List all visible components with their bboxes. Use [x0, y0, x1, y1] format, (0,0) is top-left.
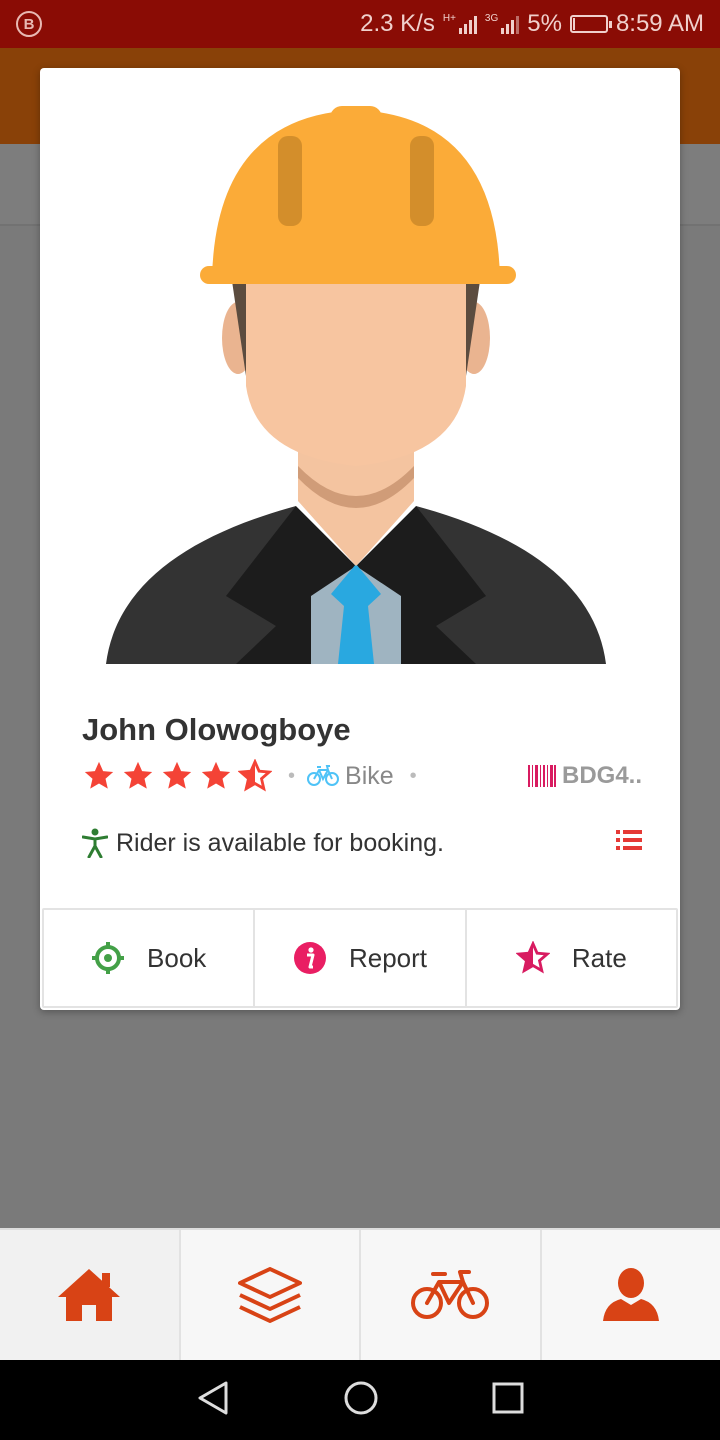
star-full-icon [162, 761, 192, 789]
signal-icon: 3G [484, 13, 520, 34]
clock: 8:59 AM [615, 10, 704, 37]
info-icon [293, 942, 326, 974]
list-icon[interactable] [616, 829, 642, 858]
rate-label: Rate [571, 942, 627, 973]
layers-icon [237, 1267, 302, 1323]
battery-percent: 5% [527, 10, 562, 37]
barcode-icon [527, 765, 556, 787]
bicycle-icon [307, 765, 340, 786]
separator-dot: • [409, 764, 417, 787]
availability-text: Rider is available for booking. [116, 828, 444, 857]
signal-type-label: 3G [484, 13, 499, 24]
battery-icon [569, 15, 612, 33]
book-button[interactable]: Book [44, 910, 256, 1006]
app-badge-icon: B [16, 11, 42, 37]
home-icon [58, 1269, 121, 1321]
nav-home[interactable] [0, 1230, 181, 1360]
rating-stars [82, 759, 272, 793]
separator-dot: • [288, 764, 296, 787]
user-icon [602, 1268, 659, 1321]
report-label: Report [348, 942, 428, 973]
rider-name: John Olowogboye [82, 712, 351, 747]
rider-meta-row: • Bike • BDG4.. [82, 758, 642, 794]
accessibility-person-icon [82, 828, 108, 858]
star-full-icon [84, 761, 114, 789]
signal-type-label: H+ [442, 13, 456, 24]
nav-layers[interactable] [181, 1230, 361, 1360]
availability-row: Rider is available for booking. [82, 828, 642, 858]
network-speed: 2.3 K/s [360, 10, 435, 37]
star-full-icon [123, 761, 153, 789]
back-icon[interactable] [196, 1380, 230, 1421]
vehicle-label: Bike [345, 761, 394, 790]
star-outline-icon [515, 941, 550, 974]
plate-number: BDG4.. [527, 762, 642, 790]
rider-avatar [106, 106, 606, 666]
recents-icon[interactable] [492, 1382, 524, 1419]
status-bar: B 2.3 K/s H+ 3G 5% 8:59 AM [0, 0, 720, 48]
status-right: 2.3 K/s H+ 3G 5% 8:59 AM [360, 10, 704, 38]
nav-bikes[interactable] [361, 1230, 542, 1360]
rate-button[interactable]: Rate [466, 910, 676, 1006]
bicycle-icon [411, 1270, 490, 1319]
star-half-icon [238, 759, 272, 792]
signal-icon: H+ [443, 14, 477, 34]
action-bar: Book Report Rate [42, 908, 678, 1008]
rider-dialog: John Olowogboye • Bike • BDG4.. Rider is… [40, 68, 680, 1010]
bottom-navigation [0, 1228, 720, 1360]
crosshair-icon [92, 942, 125, 974]
report-button[interactable]: Report [255, 910, 467, 1006]
worker-avatar-image [106, 106, 606, 664]
star-full-icon [201, 761, 231, 789]
nav-profile[interactable] [542, 1230, 720, 1360]
book-label: Book [147, 942, 207, 973]
plate-label: BDG4.. [561, 762, 642, 789]
vehicle-type: Bike [307, 762, 394, 791]
home-circle-icon[interactable] [343, 1380, 379, 1421]
system-navigation [0, 1360, 720, 1440]
